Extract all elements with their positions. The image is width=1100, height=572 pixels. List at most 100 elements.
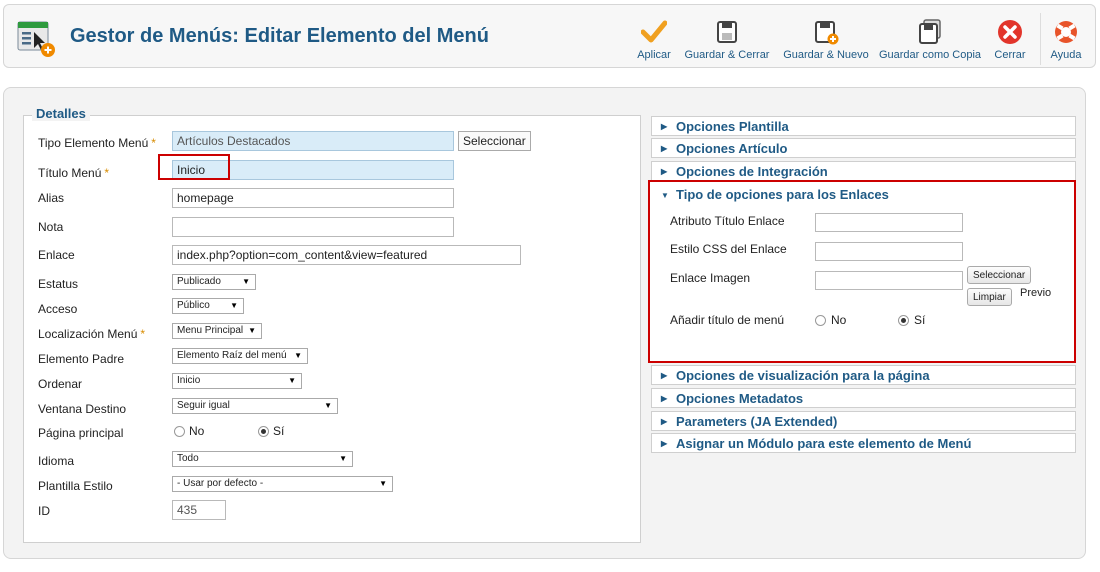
link-css-style-input[interactable] [815, 242, 963, 261]
accordion-link-type-options[interactable]: Tipo de opciones para los Enlaces [676, 187, 889, 202]
note-input[interactable] [172, 217, 454, 237]
target-window-row: Ventana Destino [38, 398, 168, 420]
add-menu-title-yes-radio[interactable] [898, 315, 909, 326]
apply-button[interactable]: Aplicar [632, 19, 676, 65]
accordion-template-options[interactable]: ▶ Opciones Plantilla [651, 116, 1076, 136]
close-icon [998, 20, 1022, 44]
link-input[interactable]: index.php?option=com_content&view=featur… [172, 245, 521, 265]
default-page-yes-radio[interactable] [258, 426, 269, 437]
ordering-select[interactable]: Inicio ▼ [172, 373, 302, 389]
access-row: Acceso [38, 298, 168, 320]
ordering-row: Ordenar [38, 373, 168, 395]
language-row: Idioma [38, 450, 168, 472]
menu-item-type-field[interactable]: Artículos Destacados [172, 131, 454, 151]
template-style-label: Plantilla Estilo [38, 479, 113, 493]
save-new-button[interactable]: Guardar & Nuevo [780, 19, 872, 65]
status-row: Estatus [38, 273, 168, 295]
dropdown-arrow-icon: ▼ [288, 376, 296, 385]
add-menu-title-yes-label: Sí [914, 313, 926, 327]
close-label: Cerrar [994, 49, 1026, 61]
alias-label: Alias [38, 191, 65, 205]
save-new-label: Guardar & Nuevo [783, 49, 869, 61]
checkmark-icon [641, 20, 667, 43]
default-page-yes-label: Sí [273, 424, 285, 438]
access-value: Público [177, 300, 210, 311]
save-copy-button[interactable]: Guardar como Copia [878, 19, 982, 65]
default-page-no-label: No [189, 424, 205, 438]
parent-item-row: Elemento Padre [38, 348, 168, 370]
triangle-right-icon: ▶ [661, 394, 668, 403]
save-copy-label: Guardar como Copia [878, 49, 982, 61]
link-image-label: Enlace Imagen [670, 271, 751, 285]
target-window-label: Ventana Destino [38, 402, 127, 416]
dropdown-arrow-icon: ▼ [324, 401, 332, 410]
link-css-style-label: Estilo CSS del Enlace [670, 242, 787, 256]
link-image-select-button[interactable]: Seleccionar [967, 266, 1032, 284]
page-title: Gestor de Menús: Editar Elemento del Men… [70, 25, 489, 47]
status-label: Estatus [38, 277, 79, 291]
parent-item-select[interactable]: Elemento Raíz del menú ▼ [172, 348, 308, 364]
target-window-value: Seguir igual [177, 400, 230, 411]
triangle-down-icon: ▼ [661, 191, 669, 200]
accordion-parameters[interactable]: ▶ Parameters (JA Extended) [651, 411, 1076, 431]
alias-input[interactable]: homepage [172, 188, 454, 208]
template-style-row: Plantilla Estilo [38, 475, 168, 497]
triangle-right-icon: ▶ [661, 122, 668, 131]
save-close-button[interactable]: Guardar & Cerrar [682, 19, 772, 65]
triangle-right-icon: ▶ [661, 417, 668, 426]
accordion-module-assignment[interactable]: ▶ Asignar un Módulo para este elemento d… [651, 433, 1076, 453]
id-field: 435 [172, 500, 226, 520]
add-menu-title-no-radio[interactable] [815, 315, 826, 326]
link-type-options-panel: ▼ Tipo de opciones para los Enlaces Atri… [648, 180, 1076, 363]
lifebuoy-icon [1055, 21, 1077, 43]
link-image-input[interactable] [815, 271, 963, 290]
required-star: * [104, 166, 110, 180]
accordion-metadata-options[interactable]: ▶ Opciones Metadatos [651, 388, 1076, 408]
menu-location-select[interactable]: Menu Principal ▼ [172, 323, 262, 339]
required-star: * [151, 136, 156, 150]
language-select[interactable]: Todo ▼ [172, 451, 353, 467]
accordion-integration-options[interactable]: ▶ Opciones de Integración [651, 161, 1076, 181]
triangle-right-icon: ▶ [661, 439, 668, 448]
help-button[interactable]: Ayuda [1046, 19, 1086, 65]
toolbar-divider [1040, 13, 1041, 65]
menu-location-row: Localización Menú * [38, 323, 168, 345]
link-row: Enlace [38, 244, 168, 266]
link-title-attr-input[interactable] [815, 213, 963, 232]
status-value: Publicado [177, 276, 221, 287]
add-menu-title-label: Añadir título de menú [670, 313, 785, 327]
access-select[interactable]: Público ▼ [172, 298, 244, 314]
link-image-preview-label: Previo [1020, 287, 1052, 299]
template-style-value: - Usar por defecto - [177, 478, 264, 489]
language-value: Todo [177, 453, 199, 464]
required-star: * [140, 327, 146, 341]
target-window-select[interactable]: Seguir igual ▼ [172, 398, 338, 414]
menu-location-value: Menu Principal [177, 325, 244, 336]
ordering-value: Inicio [177, 375, 201, 386]
parent-item-label: Elemento Padre [38, 352, 125, 366]
save-new-icon [815, 21, 839, 45]
template-style-select[interactable]: - Usar por defecto - ▼ [172, 476, 393, 492]
ordering-label: Ordenar [38, 377, 83, 391]
triangle-right-icon: ▶ [661, 144, 668, 153]
alias-row: Alias [38, 187, 168, 209]
note-row: Nota [38, 216, 168, 238]
id-label: ID [38, 504, 50, 518]
menu-title-highlight [158, 154, 230, 180]
accordion-article-options[interactable]: ▶ Opciones Artículo [651, 138, 1076, 158]
link-image-clear-button[interactable]: Limpiar [967, 288, 1012, 306]
save-close-icon [717, 21, 737, 43]
parent-item-value: Elemento Raíz del menú [177, 350, 287, 361]
menu-item-type-label: Tipo Elemento Menú [38, 136, 149, 150]
language-label: Idioma [38, 454, 75, 468]
select-menu-type-button[interactable]: Seleccionar [458, 131, 531, 151]
menu-title-label: Título Menú [38, 166, 102, 180]
dropdown-arrow-icon: ▼ [379, 479, 387, 488]
status-select[interactable]: Publicado ▼ [172, 274, 256, 290]
default-page-no-radio[interactable] [174, 426, 185, 437]
dropdown-arrow-icon: ▼ [230, 301, 238, 310]
default-page-label: Página principal [38, 426, 124, 440]
close-button[interactable]: Cerrar [990, 19, 1030, 65]
accordion-page-display-options[interactable]: ▶ Opciones de visualización para la pági… [651, 365, 1076, 385]
default-page-row: Página principal No Sí [38, 422, 308, 444]
